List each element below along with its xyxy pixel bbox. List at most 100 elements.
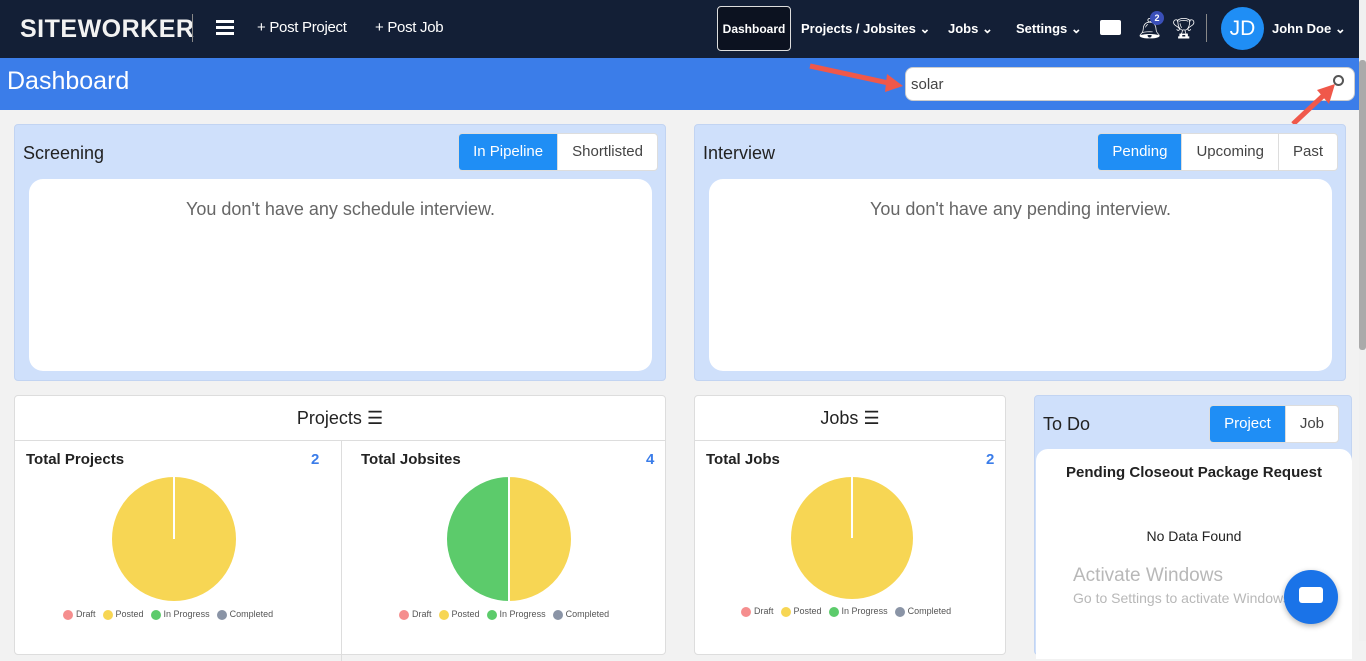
avatar[interactable]: JD [1221, 7, 1264, 50]
divider [695, 440, 1005, 441]
divider [1206, 14, 1207, 42]
legend-swatch [828, 606, 839, 617]
jobsites-pie-chart [446, 476, 572, 602]
legend-swatch [63, 609, 73, 620]
legend-swatch [486, 609, 497, 620]
top-navbar: SITEWORKER + Post Project + Post Job Das… [0, 0, 1366, 58]
total-projects-count: 2 [311, 451, 320, 468]
notification-badge: 2 [1150, 11, 1164, 25]
tab-project[interactable]: Project [1210, 406, 1285, 442]
projects-card: Projects ☰ Total Projects 2 Total Jobsit… [14, 395, 666, 661]
post-job-link[interactable]: + Post Job [375, 19, 444, 36]
legend-swatch [438, 609, 449, 620]
projects-pie-chart [111, 476, 237, 602]
card-title: To Do [1043, 414, 1091, 434]
legend-swatch [780, 606, 791, 617]
jobs-pie-chart [790, 476, 914, 600]
legend-item[interactable]: Posted [438, 609, 480, 620]
chat-button[interactable] [1284, 570, 1338, 624]
legend-item[interactable]: Draft [741, 606, 774, 617]
page-header: Dashboard solar [0, 58, 1366, 126]
legend-label: Completed [907, 606, 952, 616]
pie-slice-in-progress[interactable] [446, 476, 510, 602]
chevron-down-icon: ⌄ [919, 21, 931, 36]
projects-title[interactable]: Projects ☰ [15, 408, 665, 429]
legend-swatch [150, 609, 161, 620]
todo-tabs: Project Job [1209, 405, 1339, 443]
user-menu[interactable]: John Doe ⌄ [1272, 21, 1346, 37]
chart-legend: Draft Posted In Progress Completed [63, 609, 273, 620]
interview-card: Interview Pending Upcoming Past You don'… [694, 124, 1346, 381]
card-title: Interview [703, 143, 776, 163]
screening-tabs: In Pipeline Shortlisted [458, 133, 658, 171]
divider [15, 440, 665, 441]
legend-swatch [399, 609, 409, 620]
nav-dashboard[interactable]: Dashboard [717, 6, 791, 51]
legend-label: In Progress [499, 609, 546, 619]
legend-item[interactable]: In Progress [828, 606, 888, 617]
nav-projects-label: Projects / Jobsites [801, 21, 916, 36]
scrollbar[interactable] [1359, 0, 1366, 641]
jobs-title[interactable]: Jobs ☰ [695, 408, 1005, 429]
card-title: Screening [23, 143, 105, 163]
legend-label: In Progress [841, 606, 888, 616]
legend-item[interactable]: In Progress [150, 609, 210, 620]
tab-pending[interactable]: Pending [1098, 134, 1182, 170]
chevron-down-icon: ⌄ [1070, 21, 1082, 36]
chat-icon [1299, 587, 1323, 603]
tab-shortlisted[interactable]: Shortlisted [557, 134, 657, 170]
empty-message: No Data Found [1146, 528, 1242, 544]
total-jobsites-count: 4 [646, 451, 655, 468]
menu-icon[interactable] [216, 20, 234, 35]
tab-past[interactable]: Past [1277, 134, 1337, 170]
total-projects-label: Total Projects [26, 451, 125, 468]
legend-label: Posted [793, 606, 822, 616]
trophy-icon[interactable]: 🏆︎ [1171, 16, 1196, 41]
arrow-annotation [1291, 84, 1335, 126]
legend-label: Completed [565, 609, 610, 619]
total-jobs-label: Total Jobs [706, 451, 780, 468]
jobs-title-label: Jobs [820, 408, 859, 428]
chart-legend: Draft Posted In Progress Completed [741, 606, 951, 617]
legend-label: In Progress [163, 609, 210, 619]
divider [192, 14, 193, 42]
user-name: John Doe [1272, 21, 1332, 36]
nav-projects[interactable]: Projects / Jobsites ⌄ [801, 21, 930, 37]
legend-swatch [216, 609, 227, 620]
legend-label: Draft [412, 609, 432, 619]
legend-swatch [552, 609, 563, 620]
legend-item[interactable]: Draft [63, 609, 96, 620]
tab-in-pipeline[interactable]: In Pipeline [459, 134, 558, 170]
legend-item[interactable]: Posted [102, 609, 144, 620]
legend-label: Posted [115, 609, 144, 619]
screening-card: Screening In Pipeline Shortlisted You do… [14, 124, 666, 381]
mail-icon[interactable] [1100, 20, 1121, 35]
legend-item[interactable]: Posted [780, 606, 822, 617]
chevron-down-icon: ⌄ [981, 21, 993, 36]
jobs-card: Jobs ☰ Total Jobs 2 Draft Posted In Progre… [694, 395, 1006, 655]
chevron-down-icon: ⌄ [1334, 21, 1346, 36]
nav-jobs[interactable]: Jobs ⌄ [948, 21, 993, 37]
post-project-link[interactable]: + Post Project [257, 19, 347, 36]
windows-watermark-text: Go to Settings to activate Windows. [1073, 590, 1294, 606]
tab-job[interactable]: Job [1284, 406, 1338, 442]
total-jobsites-label: Total Jobsites [361, 451, 461, 468]
legend-item[interactable]: Completed [894, 606, 952, 617]
divider [341, 441, 342, 661]
pie-slice-posted[interactable] [508, 476, 572, 602]
legend-label: Posted [451, 609, 480, 619]
tab-upcoming[interactable]: Upcoming [1181, 134, 1278, 170]
list-icon: ☰ [863, 408, 880, 428]
legend-label: Draft [754, 606, 774, 616]
legend-item[interactable]: Completed [552, 609, 610, 620]
legend-item[interactable]: In Progress [486, 609, 546, 620]
nav-settings-label: Settings [1016, 21, 1068, 36]
legend-swatch [102, 609, 113, 620]
logo[interactable]: SITEWORKER [20, 15, 194, 44]
legend-label: Draft [76, 609, 96, 619]
total-jobs-count: 2 [986, 451, 995, 468]
nav-settings[interactable]: Settings ⌄ [1016, 21, 1082, 37]
legend-item[interactable]: Completed [216, 609, 273, 620]
legend-item[interactable]: Draft [399, 609, 432, 620]
nav-jobs-label: Jobs [948, 21, 979, 36]
